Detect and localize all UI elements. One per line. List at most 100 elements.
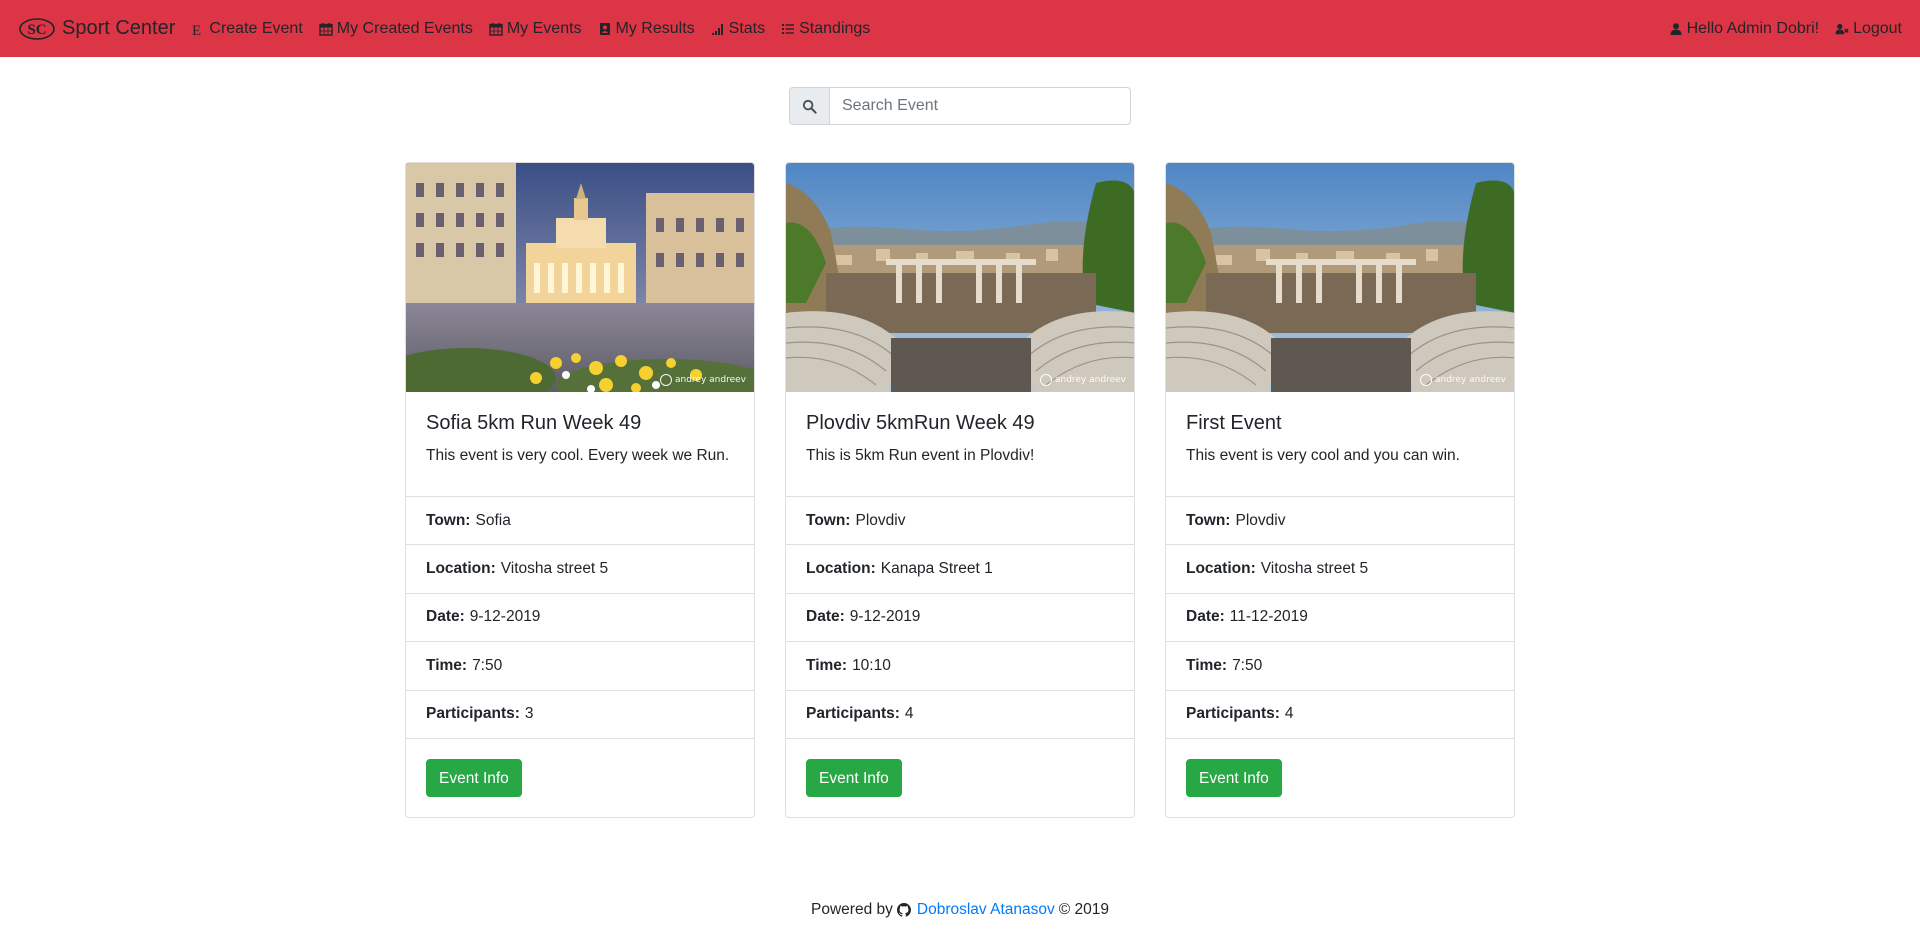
svg-text:E: E	[192, 23, 201, 36]
participants-value: 4	[1284, 705, 1294, 723]
town-value: Sofia	[475, 511, 511, 529]
event-time: Time: 10:10	[786, 642, 1134, 691]
nav-stats-label: Stats	[728, 19, 766, 37]
nav-logout[interactable]: Logout	[1835, 20, 1902, 38]
time-value: 10:10	[852, 656, 891, 674]
event-date: Date: 11-12-2019	[1166, 594, 1514, 643]
plovdiv-theatre-photo	[786, 163, 1134, 393]
nav-right: Hello Admin Dobri! Logout	[1653, 20, 1902, 38]
location-value: Vitosha street 5	[500, 560, 609, 578]
date-label: Date:	[1186, 608, 1225, 626]
nav-left: E Create Event My Created Events My Even…	[191, 20, 886, 38]
location-value: Kanapa Street 1	[880, 560, 993, 578]
event-description: This is 5km Run event in Plovdiv!	[806, 447, 1035, 465]
location-label: Location:	[806, 560, 876, 578]
event-image: andrey andreev	[406, 163, 754, 393]
event-info-button[interactable]: Event Info	[426, 758, 522, 797]
footer-prefix: Powered by	[811, 901, 893, 918]
card-footer: Event Info	[1166, 739, 1514, 817]
event-location: Location: Kanapa Street 1	[786, 545, 1134, 594]
event-image: andrey andreev	[786, 163, 1134, 393]
nav-standings[interactable]: Standings	[781, 20, 870, 38]
user-times-icon	[1835, 23, 1849, 34]
author-link[interactable]: Dobroslav Atanasov	[917, 901, 1055, 919]
nav-my-results-label: My Results	[615, 19, 695, 37]
date-value: 9-12-2019	[849, 608, 921, 626]
sport-center-logo-icon: SC	[19, 17, 55, 40]
nav-user-greeting-label: Hello Admin Dobri!	[1686, 19, 1820, 37]
nav-create-event[interactable]: E Create Event	[191, 20, 302, 38]
participants-label: Participants:	[806, 705, 900, 723]
participants-value: 3	[524, 705, 534, 723]
event-town: Town: Plovdiv	[786, 497, 1134, 546]
town-label: Town:	[806, 511, 851, 529]
sofia-square-photo	[406, 163, 754, 393]
event-description: This event is very cool and you can win.	[1186, 447, 1460, 465]
time-label: Time:	[806, 656, 848, 674]
calendar-icon	[489, 22, 503, 36]
brand-name: Sport Center	[62, 17, 176, 39]
watermark-logo-icon	[1420, 374, 1432, 387]
event-description: This event is very cool. Every week we R…	[426, 447, 730, 465]
participants-value: 4	[904, 705, 914, 723]
event-town: Town: Sofia	[406, 497, 754, 546]
e-letter-icon: E	[192, 23, 201, 36]
event-location: Location: Vitosha street 5	[406, 545, 754, 594]
time-label: Time:	[426, 656, 468, 674]
card-body: Plovdiv 5kmRun Week 49 This is 5km Run e…	[786, 392, 1134, 498]
search-addon	[789, 87, 829, 125]
card-footer: Event Info	[786, 739, 1134, 817]
search-input[interactable]	[829, 87, 1131, 125]
card-footer: Event Info	[406, 739, 754, 817]
town-value: Plovdiv	[1235, 511, 1286, 529]
event-image: andrey andreev	[1166, 163, 1514, 393]
event-participants: Participants: 4	[1166, 691, 1514, 739]
event-card: andrey andreev First Event This event is…	[1165, 162, 1515, 818]
location-value: Vitosha street 5	[1260, 560, 1369, 578]
event-time: Time: 7:50	[406, 642, 754, 691]
brand-link[interactable]: SC Sport Center	[18, 17, 175, 41]
user-icon	[1670, 22, 1682, 35]
nav-stats[interactable]: Stats	[711, 20, 765, 38]
search-section	[0, 87, 1920, 125]
event-info-button[interactable]: Event Info	[806, 758, 902, 797]
nav-my-created-events[interactable]: My Created Events	[319, 20, 473, 38]
time-value: 7:50	[472, 656, 503, 674]
github-icon	[896, 903, 911, 917]
location-label: Location:	[426, 560, 496, 578]
list-icon	[782, 23, 795, 34]
plovdiv-theatre-photo	[1166, 163, 1514, 393]
calendar-icon	[319, 22, 333, 36]
event-participants: Participants: 3	[406, 691, 754, 739]
watermark-logo-icon	[660, 374, 672, 387]
event-location: Location: Vitosha street 5	[1166, 545, 1514, 594]
participants-label: Participants:	[426, 705, 520, 723]
nav-user-greeting[interactable]: Hello Admin Dobri!	[1669, 19, 1820, 38]
event-info-button[interactable]: Event Info	[1186, 758, 1282, 797]
time-value: 7:50	[1232, 656, 1263, 674]
event-town: Town: Plovdiv	[1166, 497, 1514, 546]
svg-text:SC: SC	[27, 22, 46, 38]
event-date: Date: 9-12-2019	[406, 594, 754, 643]
event-title: First Event	[1186, 412, 1282, 435]
nav-logout-label: Logout	[1853, 19, 1902, 37]
time-label: Time:	[1186, 656, 1228, 674]
photo-watermark: andrey andreev	[1420, 374, 1506, 387]
search-icon	[802, 99, 817, 114]
date-value: 11-12-2019	[1229, 608, 1308, 626]
date-label: Date:	[426, 608, 465, 626]
nav-my-events[interactable]: My Events	[489, 20, 582, 38]
event-card: andrey andreev Sofia 5km Run Week 49 Thi…	[405, 162, 755, 818]
event-title: Plovdiv 5kmRun Week 49	[806, 412, 1035, 435]
signal-bars-icon	[711, 23, 723, 35]
event-cards: andrey andreev Sofia 5km Run Week 49 Thi…	[0, 162, 1920, 818]
location-label: Location:	[1186, 560, 1256, 578]
town-value: Plovdiv	[855, 511, 906, 529]
photo-watermark: andrey andreev	[660, 374, 746, 387]
date-value: 9-12-2019	[469, 608, 541, 626]
nav-my-results[interactable]: My Results	[598, 20, 695, 38]
page-footer: Powered by Dobroslav Atanasov © 2019	[0, 901, 1920, 919]
photo-watermark: andrey andreev	[1040, 374, 1126, 387]
event-date: Date: 9-12-2019	[786, 594, 1134, 643]
nav-my-events-label: My Events	[506, 19, 582, 37]
